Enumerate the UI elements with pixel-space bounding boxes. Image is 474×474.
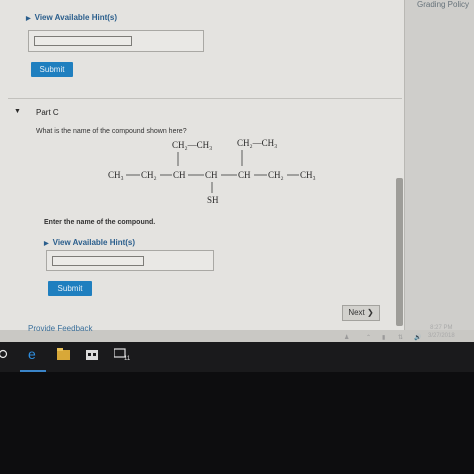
chain-atom-2: CH₂ — [141, 170, 157, 180]
substituent-sh: SH — [207, 195, 219, 205]
clock-time: 8:27 PM — [430, 325, 453, 331]
people-icon[interactable]: ♟ — [344, 334, 349, 341]
volume-icon[interactable]: 🔊 — [414, 334, 421, 341]
taskbar: e 11 — [0, 342, 474, 372]
part-c-hint-link[interactable]: ▶ View Available Hint(s) — [44, 238, 135, 247]
part-c-hint-label: View Available Hint(s) — [52, 238, 136, 247]
edge-icon[interactable]: e — [27, 347, 41, 361]
chain-atom-4: CH — [205, 170, 218, 180]
part-b-hint-link[interactable]: ▶ View Available Hint(s) — [26, 13, 117, 22]
part-b-submit-button[interactable]: Submit — [31, 62, 73, 77]
chain-atom-5: CH — [238, 170, 251, 180]
svg-text:e: e — [28, 347, 36, 361]
active-app-indicator — [20, 370, 46, 372]
part-b-answer-box — [28, 30, 204, 52]
file-explorer-icon[interactable] — [57, 348, 70, 360]
clock-date: 3/27/2018 — [428, 333, 455, 339]
caret-down-icon[interactable]: ▼ — [14, 108, 21, 115]
vertical-scrollbar[interactable] — [396, 178, 403, 326]
provide-feedback-link[interactable]: Provide Feedback — [28, 324, 92, 333]
chevron-up-icon[interactable]: ⌃ — [366, 334, 371, 341]
chain-atom-1: CH₃ — [108, 170, 124, 180]
app-icon[interactable]: 11 — [114, 347, 130, 361]
svg-text:11: 11 — [124, 356, 130, 361]
part-c-prompt: Enter the name of the compound. — [44, 219, 156, 226]
battery-icon[interactable]: ▮ — [382, 334, 385, 341]
part-b-hint-label: View Available Hint(s) — [34, 13, 118, 22]
top-right-group: CH₂—CH₃ — [237, 138, 277, 148]
grading-policy-link[interactable]: Grading Policy — [417, 0, 469, 9]
part-c-answer-box — [46, 250, 214, 271]
assignment-panel: ▶ View Available Hint(s) Submit ▼ Part C … — [0, 0, 405, 333]
network-icon[interactable]: ⇅ — [398, 334, 403, 341]
caret-right-icon: ▶ — [44, 241, 49, 247]
right-margin — [405, 0, 474, 330]
part-c-submit-button[interactable]: Submit — [48, 281, 92, 296]
cortana-icon[interactable] — [0, 349, 10, 359]
part-c-answer-input[interactable] — [52, 256, 144, 266]
compound-structure: CH₂—CH₃ CH₂—CH₃ CH₃ CH₂ CH CH CH CH₂ CH₃… — [108, 138, 316, 205]
store-icon[interactable] — [86, 348, 98, 360]
chain-atom-6: CH₂ — [268, 170, 284, 180]
caret-right-icon: ▶ — [26, 16, 31, 22]
browser-viewport: ▶ View Available Hint(s) Submit ▼ Part C … — [0, 0, 474, 342]
part-c-title[interactable]: Part C — [36, 108, 59, 117]
chain-atom-3: CH — [173, 170, 186, 180]
top-left-group: CH₂—CH₃ — [172, 140, 212, 150]
chain-atom-7: CH₃ — [300, 170, 316, 180]
section-divider — [8, 98, 402, 99]
clock[interactable]: 8:27 PM 3/27/2018 — [428, 324, 455, 340]
part-b-answer-input[interactable] — [34, 36, 132, 46]
next-button[interactable]: Next ❯ — [342, 305, 380, 321]
part-c-question: What is the name of the compound shown h… — [36, 128, 187, 135]
